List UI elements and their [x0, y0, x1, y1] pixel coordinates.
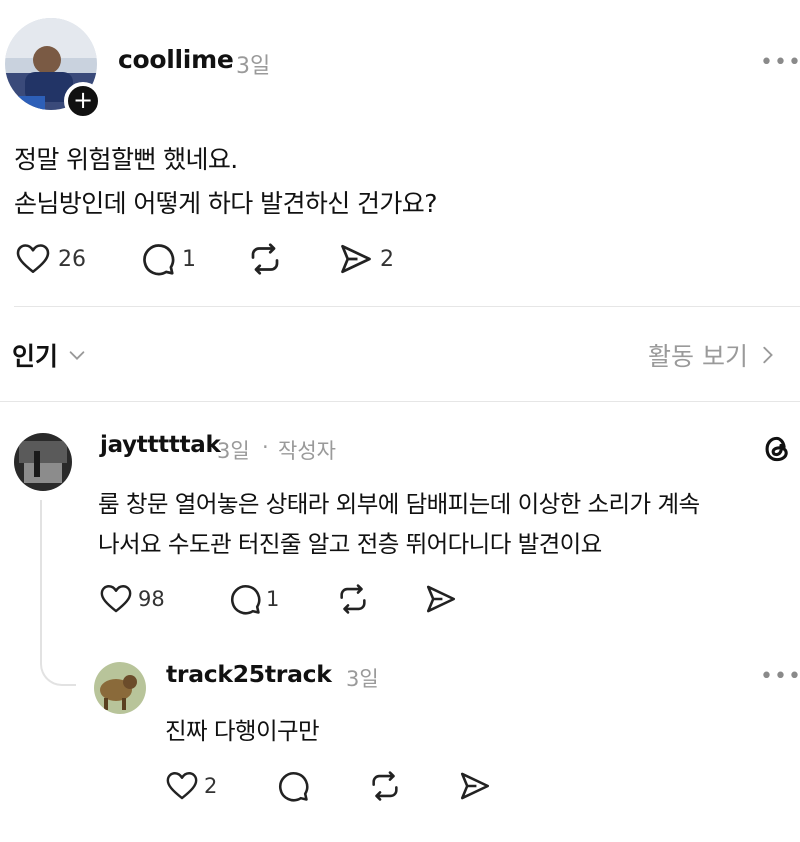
comment-separator: ·: [262, 435, 269, 459]
view-activity-link[interactable]: 활동 보기: [648, 337, 778, 373]
reply-repost-button[interactable]: [368, 769, 402, 803]
reply-reply-button[interactable]: [276, 769, 310, 803]
comment-avatar[interactable]: [14, 433, 72, 491]
comment-repost-button[interactable]: [336, 582, 370, 616]
view-activity-label: 활동 보기: [648, 342, 748, 371]
comment-username[interactable]: jaytttttak: [100, 432, 221, 458]
more-horizontal-icon[interactable]: •••: [760, 666, 800, 688]
sort-label: 인기: [12, 342, 59, 371]
post-username[interactable]: coollime: [118, 45, 234, 74]
divider: [0, 401, 800, 402]
post-text-line-1: 정말 위험할뻔 했네요.: [14, 145, 238, 174]
more-horizontal-icon[interactable]: •••: [760, 52, 800, 74]
comment-time: 3일: [217, 439, 250, 463]
comment-like-count: 98: [138, 587, 165, 611]
post-text-line-2: 손님방인데 어떻게 하다 발견하신 건가요?: [14, 189, 437, 218]
reply-count: 1: [182, 246, 196, 272]
heart-icon: [16, 244, 50, 274]
reply-share-button[interactable]: [458, 769, 492, 803]
comment-icon: [143, 244, 175, 276]
comment-share-button[interactable]: [424, 582, 458, 616]
post-time: 3일: [236, 54, 271, 79]
reply-text-line-1: 진짜 다행이구만: [165, 717, 320, 745]
comment-reply-count: 1: [266, 587, 280, 611]
reply-avatar[interactable]: [94, 662, 146, 714]
sort-dropdown[interactable]: 인기: [12, 337, 88, 373]
share-count: 2: [380, 246, 394, 272]
reply-button[interactable]: 1: [140, 241, 196, 277]
repost-icon: [251, 243, 279, 275]
repost-icon: [340, 584, 366, 614]
comment-icon: [279, 772, 309, 802]
comment-like-button[interactable]: 98: [98, 582, 165, 616]
author-badge: 작성자: [278, 439, 336, 463]
divider: [14, 306, 800, 307]
repost-button[interactable]: [247, 241, 283, 277]
send-icon: [460, 772, 490, 800]
reply-like-button[interactable]: 2: [164, 769, 217, 803]
comment-reply-button[interactable]: 1: [228, 582, 279, 616]
like-button[interactable]: 26: [14, 241, 86, 277]
comment-text-line-1: 룸 창문 열어놓은 상태라 외부에 담배피는데 이상한 소리가 계속: [98, 490, 700, 518]
heart-icon: [166, 772, 198, 800]
reply-time: 3일: [346, 667, 379, 691]
reply-username[interactable]: track25track: [166, 660, 332, 688]
comment-text-line-2: 나서요 수도관 터진줄 알고 전층 뛰어다니다 발견이요: [98, 530, 602, 558]
chevron-right-icon: [763, 346, 773, 364]
follow-plus-icon[interactable]: +: [64, 82, 102, 120]
thread-connector-line: [40, 500, 76, 686]
send-icon: [341, 244, 371, 274]
chevron-down-icon: [69, 351, 85, 360]
send-icon: [426, 585, 456, 613]
like-count: 26: [58, 246, 86, 272]
comment-icon: [231, 585, 261, 615]
threads-logo-icon[interactable]: [760, 432, 794, 470]
repost-icon: [372, 771, 398, 801]
reply-like-count: 2: [204, 774, 218, 798]
share-button[interactable]: 2: [338, 241, 394, 277]
heart-icon: [100, 585, 132, 613]
